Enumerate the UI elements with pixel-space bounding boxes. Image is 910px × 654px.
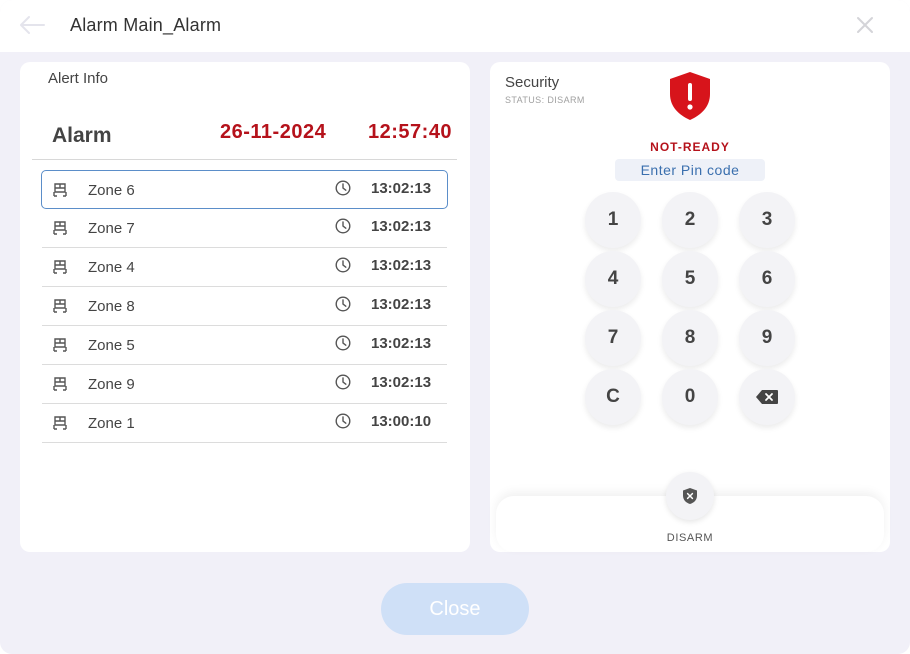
zone-name: Zone 4 — [88, 259, 135, 276]
zone-sensor-icon — [53, 260, 67, 274]
zone-sensor-icon — [53, 221, 67, 235]
alarm-dialog: Alarm Main_Alarm Alert Info Alarm 26-11-… — [0, 0, 910, 654]
zone-time: 13:02:13 — [371, 218, 432, 235]
key-1[interactable]: 1 — [585, 192, 641, 248]
disarm-button[interactable] — [666, 472, 714, 520]
clock-icon — [335, 218, 351, 234]
zone-row[interactable]: Zone 5 13:02:13 — [42, 326, 447, 365]
zone-time: 13:02:13 — [371, 335, 432, 352]
backspace-icon — [756, 390, 778, 404]
zone-name: Zone 8 — [88, 298, 135, 315]
alarm-time: 12:57:40 — [368, 121, 453, 143]
alert-info-panel: Alert Info Alarm 26-11-2024 12:57:40 Zon… — [20, 62, 470, 552]
security-panel: Security STATUS: DISARM NOT-READY 1 2 3 … — [490, 62, 890, 552]
shield-alert-icon — [670, 72, 710, 120]
shield-x-icon — [683, 488, 697, 504]
key-4[interactable]: 4 — [585, 251, 641, 307]
alert-divider — [32, 159, 457, 160]
key-0[interactable]: 0 — [662, 369, 718, 425]
key-9[interactable]: 9 — [739, 310, 795, 366]
alert-info-label: Alert Info — [48, 70, 109, 87]
key-5[interactable]: 5 — [662, 251, 718, 307]
key-7[interactable]: 7 — [585, 310, 641, 366]
zone-sensor-icon — [53, 338, 67, 352]
zone-time: 13:00:10 — [371, 413, 432, 430]
zone-time: 13:02:13 — [371, 374, 432, 391]
arrow-left-icon[interactable] — [18, 14, 46, 36]
zone-time: 13:02:13 — [371, 257, 432, 274]
zone-name: Zone 6 — [88, 182, 135, 199]
clock-icon — [335, 180, 351, 196]
zone-row[interactable]: Zone 6 13:02:13 — [41, 170, 448, 209]
clock-icon — [335, 335, 351, 351]
dialog-title: Alarm Main_Alarm — [70, 15, 222, 35]
zone-row[interactable]: Zone 1 13:00:10 — [42, 404, 447, 443]
key-2[interactable]: 2 — [662, 192, 718, 248]
clock-icon — [335, 413, 351, 429]
zone-name: Zone 7 — [88, 220, 135, 237]
pin-input[interactable] — [615, 159, 765, 181]
zone-row[interactable]: Zone 9 13:02:13 — [42, 365, 447, 404]
zone-time: 13:02:13 — [371, 296, 432, 313]
close-button[interactable]: Close — [381, 583, 529, 635]
zone-row[interactable]: Zone 8 13:02:13 — [42, 287, 447, 326]
security-status: STATUS: DISARM — [505, 95, 585, 105]
alarm-date: 26-11-2024 — [220, 121, 327, 143]
zone-row[interactable]: Zone 4 13:02:13 — [42, 248, 447, 287]
dialog-header: Alarm Main_Alarm — [0, 0, 910, 52]
zone-sensor-icon — [53, 416, 67, 430]
disarm-label: DISARM — [666, 532, 714, 544]
clock-icon — [335, 374, 351, 390]
key-clear[interactable]: C — [585, 369, 641, 425]
alarm-title: Alarm — [52, 124, 112, 147]
key-3[interactable]: 3 — [739, 192, 795, 248]
key-6[interactable]: 6 — [739, 251, 795, 307]
security-label: Security — [505, 74, 560, 91]
close-icon[interactable] — [854, 14, 876, 36]
zone-sensor-icon — [53, 377, 67, 391]
zone-row[interactable]: Zone 7 13:02:13 — [42, 209, 447, 248]
zone-list: Zone 6 13:02:13 Zone 7 13:02:13 Zone 4 1… — [41, 170, 448, 443]
zone-time: 13:02:13 — [371, 180, 432, 197]
zone-name: Zone 5 — [88, 337, 135, 354]
key-8[interactable]: 8 — [662, 310, 718, 366]
zone-sensor-icon — [53, 299, 67, 313]
zone-name: Zone 9 — [88, 376, 135, 393]
zone-name: Zone 1 — [88, 415, 135, 432]
zone-sensor-icon — [53, 183, 67, 197]
clock-icon — [335, 257, 351, 273]
key-backspace[interactable] — [739, 369, 795, 425]
security-state: NOT-READY — [650, 140, 730, 154]
clock-icon — [335, 296, 351, 312]
